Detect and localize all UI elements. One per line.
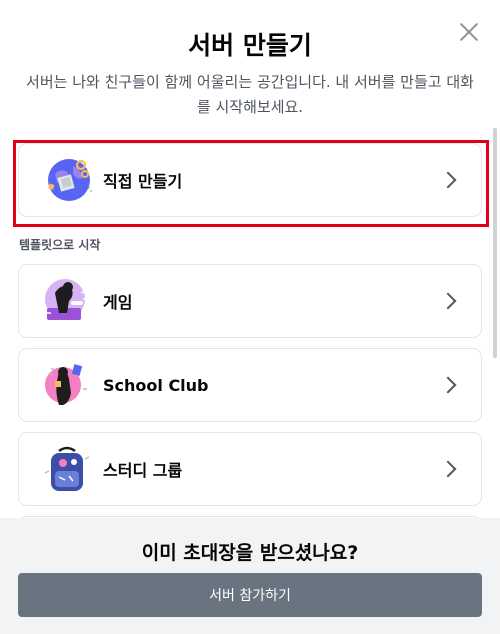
gaming-icon [41, 275, 93, 327]
modal-title: 서버 만들기 [188, 31, 312, 60]
templates-section-label: 템플릿으로 시작 [19, 238, 101, 252]
template-gaming-button[interactable]: 게임 [18, 264, 482, 338]
create-server-modal: 서버 만들기 서버는 나와 친구들이 함께 어울리는 공간입니다. 내 서버를 … [0, 0, 500, 634]
school-club-icon [41, 359, 93, 411]
chevron-right-icon [437, 457, 461, 481]
study-group-backpack-icon [41, 443, 93, 495]
join-footer: 이미 초대장을 받으셨나요? 서버 참가하기 [0, 518, 500, 634]
template-school-club-label: School Club [103, 375, 209, 395]
chevron-right-icon [437, 289, 461, 313]
template-study-group-button[interactable]: 스터디 그룹 [18, 432, 482, 506]
join-question: 이미 초대장을 받으셨나요? [141, 542, 359, 564]
chevron-right-icon [437, 373, 461, 397]
join-server-button[interactable]: 서버 참가하기 [18, 573, 482, 617]
scrollbar[interactable] [493, 128, 497, 358]
template-school-club-button[interactable]: School Club [18, 348, 482, 422]
modal-subtitle: 서버는 나와 친구들이 함께 어울리는 공간입니다. 내 서버를 만들고 대화를… [26, 73, 474, 116]
highlight-box [13, 140, 489, 227]
template-gaming-label: 게임 [103, 293, 133, 312]
template-study-group-label: 스터디 그룹 [103, 461, 183, 480]
